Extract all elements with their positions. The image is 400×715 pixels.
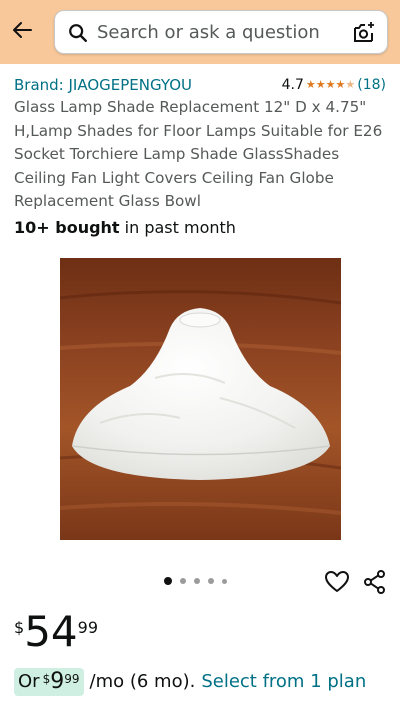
search-bar[interactable]: Search or ask a question [54,10,388,54]
price-whole: 54 [24,607,78,656]
top-app-bar: Search or ask a question [0,0,400,64]
plan-fraction: 99 [64,672,80,686]
plan-prefix: Or [18,671,40,692]
arrow-left-icon [13,22,32,38]
price-currency: $ [14,618,25,637]
bought-count: 10+ bought [14,218,120,237]
price-fraction: 99 [77,618,98,637]
monthly-plan-offer: Or $ 9 99 /mo (6 mo). Select from 1 plan [14,668,366,696]
search-placeholder[interactable]: Search or ask a question [97,22,320,44]
carousel-dot-3[interactable] [194,578,200,584]
plan-term: /mo (6 mo). [89,671,196,692]
brand-link[interactable]: Brand: JIAOGEPENGYOU [14,75,192,95]
product-image[interactable] [60,258,341,540]
back-button[interactable] [8,16,36,44]
star-rating-icon: ★ ★ ★ ★ ★ [305,78,356,91]
rating-summary[interactable]: 4.7 ★ ★ ★ ★ ★ (18) [282,75,386,95]
carousel-dot-5[interactable] [222,578,227,584]
bought-period: in past month [119,218,236,237]
select-plan-link[interactable]: Select from 1 plan [201,668,366,696]
heart-icon[interactable] [324,569,350,595]
carousel-dot-2[interactable] [180,578,186,584]
rating-count[interactable]: (18) [357,75,386,95]
carousel-dot-1[interactable] [164,577,172,585]
plan-currency: $ [42,672,51,686]
price: $ 54 99 [14,608,98,658]
product-title: Glass Lamp Shade Replacement 12" D x 4.7… [14,98,383,210]
image-carousel-dots[interactable] [164,577,227,585]
carousel-dot-4[interactable] [208,578,214,584]
share-icon[interactable] [362,569,388,595]
search-icon [69,24,87,42]
rating-value: 4.7 [281,77,304,93]
camera-search-icon[interactable] [351,20,377,46]
plan-whole: 9 [50,669,65,694]
monthly-price-badge: Or $ 9 99 [14,668,84,696]
bought-in-past-month: 10+ bought in past month [14,217,236,239]
